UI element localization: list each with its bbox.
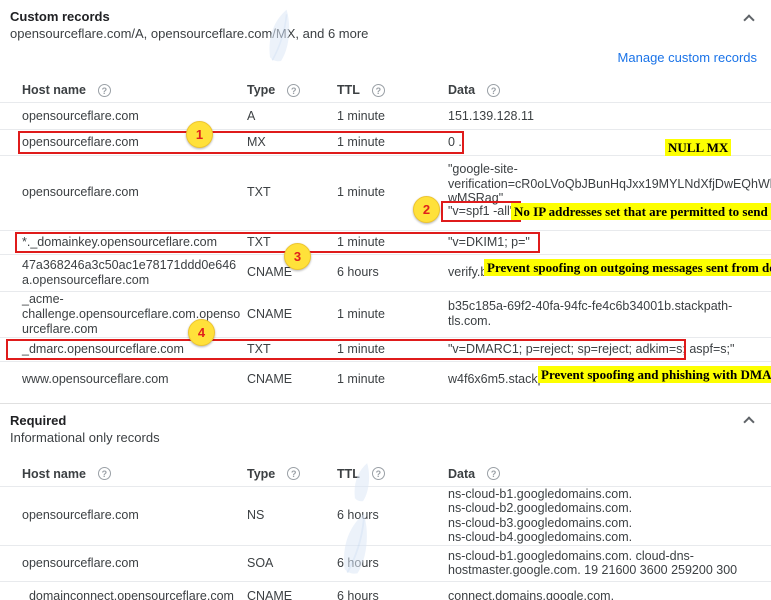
help-icon[interactable] bbox=[287, 84, 300, 97]
record-type: CNAME bbox=[247, 589, 337, 600]
column-header-host: Host name bbox=[22, 83, 247, 97]
annotation-badge-2: 2 bbox=[413, 196, 440, 223]
help-icon[interactable] bbox=[487, 467, 500, 480]
record-data: connect.domains.google.com. bbox=[448, 589, 757, 600]
table-row: opensourceflare.com A 1 minute 151.139.1… bbox=[0, 102, 771, 129]
record-host: _dmarc.opensourceflare.com bbox=[22, 342, 247, 357]
annotation-badge-3: 3 bbox=[284, 243, 311, 270]
help-icon[interactable] bbox=[372, 467, 385, 480]
column-header-data: Data bbox=[448, 83, 757, 97]
record-ttl: 1 minute bbox=[337, 109, 448, 124]
column-header-ttl: TTL bbox=[337, 467, 448, 481]
custom-records-table: Host name Type TTL Data opensourceflare.… bbox=[0, 78, 771, 397]
record-type: TXT bbox=[247, 185, 337, 200]
table-row: opensourceflare.com MX 1 minute 0 . 1 NU… bbox=[0, 129, 771, 155]
record-type: CNAME bbox=[247, 372, 337, 387]
section-subtitle: Informational only records bbox=[10, 429, 731, 446]
annotation-badge-1: 1 bbox=[186, 121, 213, 148]
table-row: opensourceflare.com NS 6 hours ns-cloud-… bbox=[0, 486, 771, 545]
column-header-host: Host name bbox=[22, 467, 247, 481]
annotation-dmarc-note: Prevent spoofing and phishing with DMARC bbox=[538, 366, 771, 383]
record-host: *._domainkey.opensourceflare.com bbox=[22, 235, 247, 250]
annotation-badge-4: 4 bbox=[188, 319, 215, 346]
annotation-box-spf: "v=spf1 -all" bbox=[441, 201, 521, 222]
record-data: 151.139.128.11 bbox=[448, 109, 757, 124]
annotation-dkim-note: Prevent spoofing on outgoing messages se… bbox=[484, 259, 771, 276]
record-ttl: 1 minute bbox=[337, 307, 448, 322]
record-host: www.opensourceflare.com bbox=[22, 372, 247, 387]
record-data: ns-cloud-b1.googledomains.com. cloud-dns… bbox=[448, 549, 757, 578]
record-type: NS bbox=[247, 508, 337, 523]
record-data: ns-cloud-b1.googledomains.com. ns-cloud-… bbox=[448, 487, 757, 545]
annotation-spf-note: No IP addresses set that are permitted t… bbox=[511, 203, 771, 220]
manage-link-row: Manage custom records bbox=[0, 42, 771, 68]
section-subtitle: opensourceflare.com/A, opensourceflare.c… bbox=[10, 25, 731, 42]
record-host: opensourceflare.com bbox=[22, 135, 247, 150]
required-records-table: Host name Type TTL Data opensourceflare.… bbox=[0, 462, 771, 600]
record-ttl: 1 minute bbox=[337, 372, 448, 387]
record-data: "google-site- verification=cR0oLVoQbJBun… bbox=[448, 162, 771, 206]
record-host: 47a368246a3c50ac1e78171ddd0e646 a.openso… bbox=[22, 258, 247, 288]
manage-custom-records-link[interactable]: Manage custom records bbox=[618, 50, 757, 65]
annotation-null-mx: NULL MX bbox=[665, 139, 731, 156]
record-data: b35c185a-69f2-40fa-94fc-fe4c6b34001b.sta… bbox=[448, 299, 757, 329]
column-header-data: Data bbox=[448, 467, 757, 481]
column-header-type: Type bbox=[247, 83, 337, 97]
help-icon[interactable] bbox=[487, 84, 500, 97]
required-records-header: Required Informational only records bbox=[0, 404, 771, 446]
record-ttl: 6 hours bbox=[337, 508, 448, 523]
table-row: _acme- challenge.opensourceflare.com.ope… bbox=[0, 291, 771, 337]
record-type: SOA bbox=[247, 556, 337, 571]
record-type: CNAME bbox=[247, 307, 337, 322]
table-row: opensourceflare.com SOA 6 hours ns-cloud… bbox=[0, 545, 771, 581]
record-host: opensourceflare.com bbox=[22, 556, 247, 571]
record-ttl: 6 hours bbox=[337, 265, 448, 280]
record-ttl: 6 hours bbox=[337, 556, 448, 571]
chevron-up-icon[interactable] bbox=[743, 14, 754, 25]
table-header-row: Host name Type TTL Data bbox=[0, 462, 771, 486]
record-host: opensourceflare.com bbox=[22, 109, 247, 124]
record-host: opensourceflare.com bbox=[22, 508, 247, 523]
chevron-up-icon[interactable] bbox=[743, 416, 754, 427]
help-icon[interactable] bbox=[98, 84, 111, 97]
record-host: opensourceflare.com bbox=[22, 185, 247, 200]
table-header-row: Host name Type TTL Data bbox=[0, 78, 771, 102]
dns-records-panel: Custom records opensourceflare.com/A, op… bbox=[0, 0, 771, 600]
help-icon[interactable] bbox=[287, 467, 300, 480]
column-header-ttl: TTL bbox=[337, 83, 448, 97]
record-ttl: 1 minute bbox=[337, 235, 448, 250]
table-row: 47a368246a3c50ac1e78171ddd0e646 a.openso… bbox=[0, 254, 771, 291]
record-type: TXT bbox=[247, 342, 337, 357]
section-title: Required bbox=[10, 413, 731, 429]
column-header-type: Type bbox=[247, 467, 337, 481]
table-row: *._domainkey.opensourceflare.com TXT 1 m… bbox=[0, 230, 771, 254]
record-ttl: 6 hours bbox=[337, 589, 448, 600]
record-type: MX bbox=[247, 135, 337, 150]
table-row: _domainconnect.opensourceflare.com CNAME… bbox=[0, 581, 771, 600]
record-data: "v=DKIM1; p=" bbox=[448, 235, 757, 250]
record-ttl: 1 minute bbox=[337, 342, 448, 357]
help-icon[interactable] bbox=[98, 467, 111, 480]
record-ttl: 1 minute bbox=[337, 135, 448, 150]
help-icon[interactable] bbox=[372, 84, 385, 97]
record-host: _domainconnect.opensourceflare.com bbox=[22, 589, 247, 600]
table-row: opensourceflare.com TXT 1 minute "google… bbox=[0, 155, 771, 230]
custom-records-header: Custom records opensourceflare.com/A, op… bbox=[0, 0, 771, 42]
table-row: www.opensourceflare.com CNAME 1 minute w… bbox=[0, 361, 771, 397]
record-data: "v=DMARC1; p=reject; sp=reject; adkim=s;… bbox=[448, 342, 757, 357]
table-row: _dmarc.opensourceflare.com TXT 1 minute … bbox=[0, 337, 771, 361]
section-title: Custom records bbox=[10, 9, 731, 25]
record-type: A bbox=[247, 109, 337, 124]
